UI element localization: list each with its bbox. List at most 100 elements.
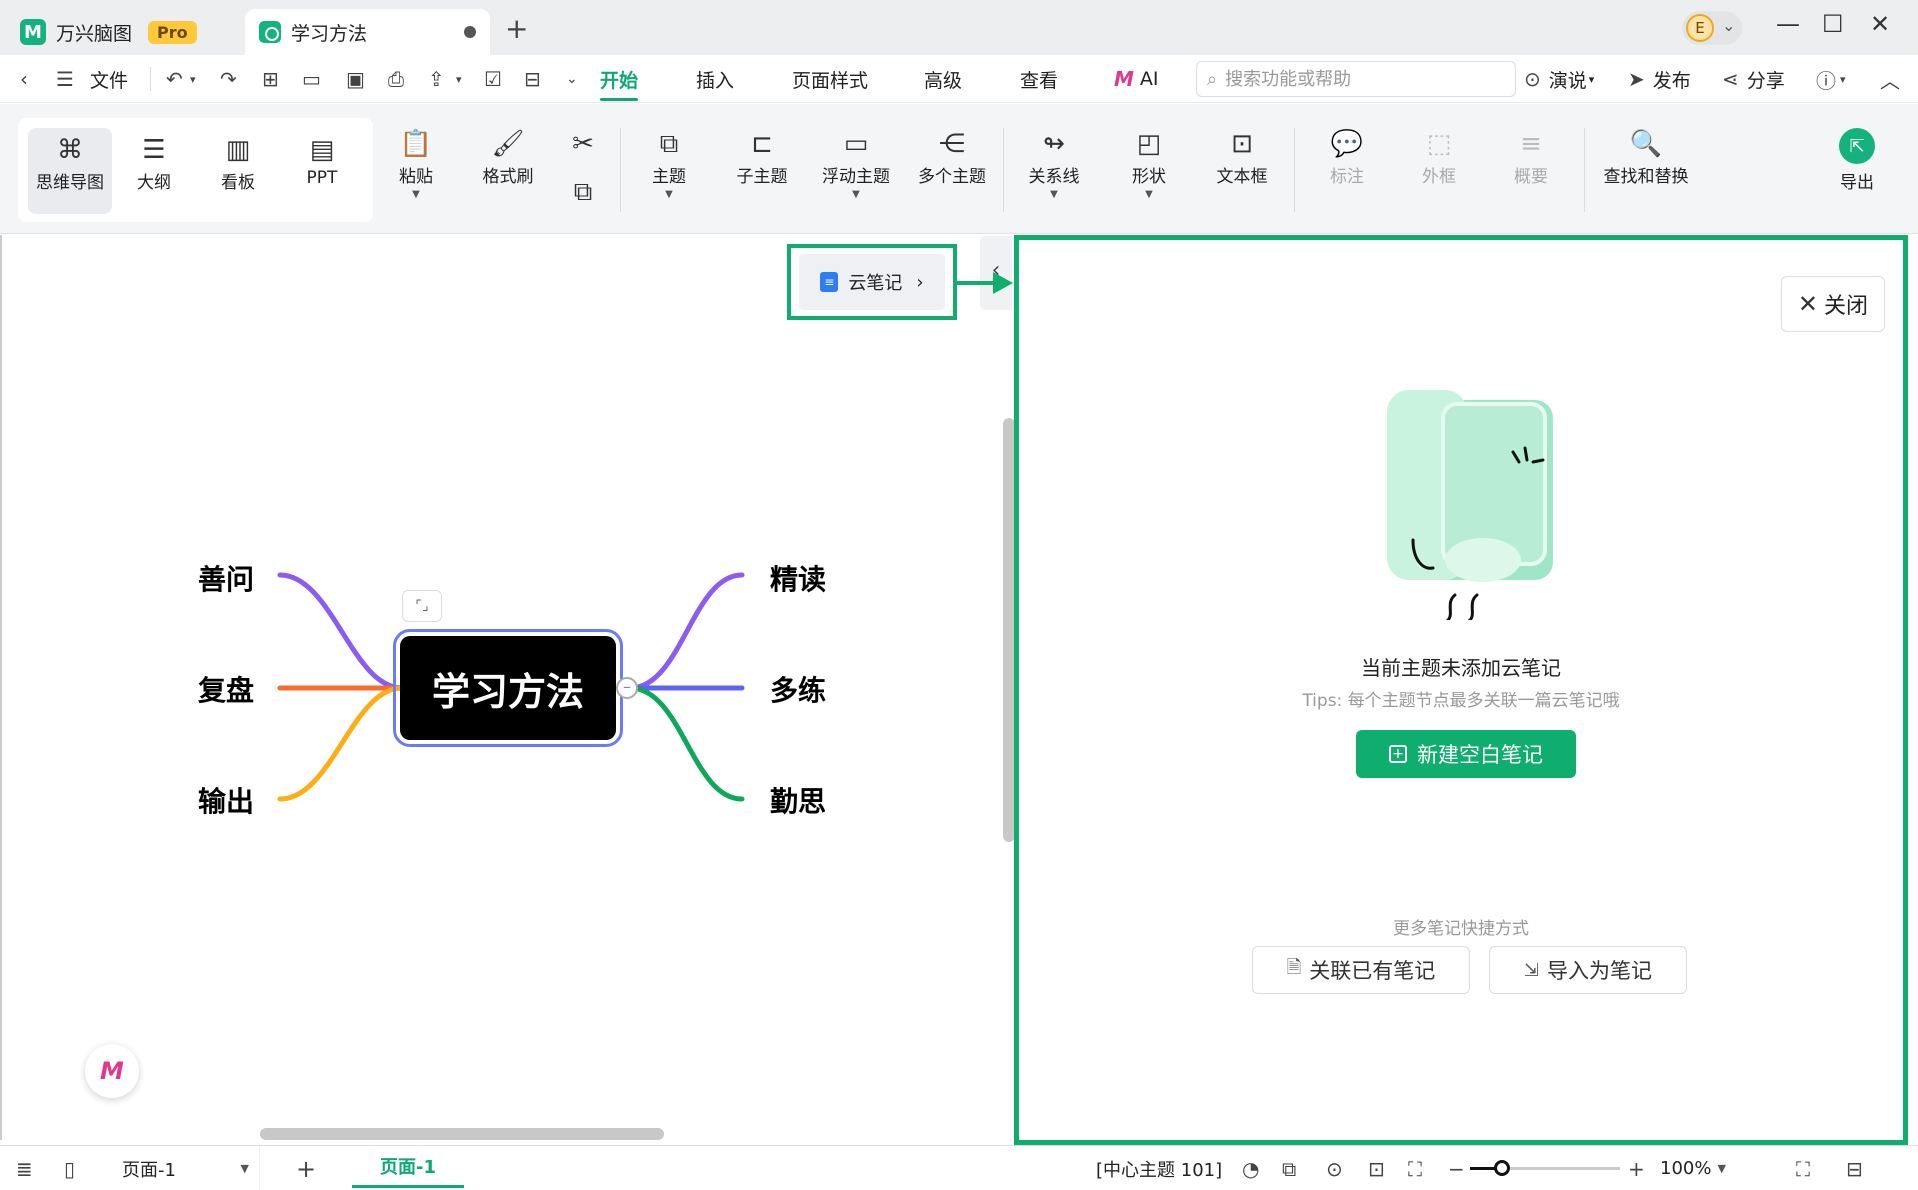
link-existing-note-button[interactable]: 🗎 关联已有笔记 [1252,946,1470,994]
tab-page-style[interactable]: 页面样式 [792,55,868,103]
page-tab-1[interactable]: 页面-1 [352,1146,464,1188]
back-icon[interactable]: ‹ [20,55,28,103]
shape-dropdown-icon[interactable]: ▼ [1145,189,1153,200]
save-icon[interactable]: ▣ [346,55,365,103]
ai-button[interactable]: M AI [1114,55,1159,103]
summary-button[interactable]: ≡ 概要 [1510,126,1552,187]
share-button[interactable]: ⋖ 分享 [1722,55,1785,103]
file-menu[interactable]: 文件 [90,55,128,103]
boundary-button[interactable]: ⬚ 外框 [1418,126,1460,187]
theme-toggle-icon[interactable]: ◔ [1242,1146,1259,1190]
new-blank-note-button[interactable]: + 新建空白笔记 [1356,730,1576,778]
mindmap-icon: ⌘ [57,135,83,165]
topic-dropdown-icon[interactable]: ▼ [665,189,673,200]
export-button[interactable]: ⇱ 导出 [1836,128,1878,193]
cloud-note-button[interactable]: ≡ 云笔记 › [799,254,945,310]
import-as-note-button[interactable]: ⇲ 导入为笔记 [1489,946,1687,994]
zoom-slider[interactable] [1470,1160,1620,1176]
page-select[interactable]: 页面-1 ▼ [110,1146,260,1190]
topic-duolian[interactable]: 多练 [770,669,826,709]
export-dropdown-icon[interactable]: ▾ [456,55,462,103]
help-dropdown-icon[interactable]: ▾ [1840,55,1846,103]
copy-button[interactable]: ⧉ [566,174,600,210]
textbox-button[interactable]: ⊡ 文本框 [1214,126,1270,187]
book-view-icon[interactable]: ⧉ [1282,1146,1296,1190]
floating-topic-button[interactable]: ▭ 浮动主题 ▼ [820,126,892,200]
relationship-dropdown-icon[interactable]: ▼ [1050,189,1058,200]
topic-resize-handle-icon[interactable]: ⌜⌟ [402,590,442,622]
view-ppt-button[interactable]: ▤ PPT [280,128,364,214]
slideshow-play-icon[interactable]: ⊙ [1326,1146,1343,1190]
fit-screen-icon[interactable]: ⛶ [1408,1146,1422,1190]
kanban-icon: ▥ [225,135,251,165]
topic-shuchu[interactable]: 输出 [198,780,254,820]
horizontal-scrollbar[interactable] [260,1128,664,1140]
tab-advanced[interactable]: 高级 [924,55,962,103]
topic-shanwen[interactable]: 善问 [198,558,254,598]
paste-button[interactable]: 📋 粘贴 ▼ [394,126,438,200]
zoom-in-icon[interactable]: + [1628,1146,1645,1190]
view-outline-button[interactable]: ☰ 大纲 [112,128,196,214]
cut-button[interactable]: ✂ [566,126,600,162]
redo-icon[interactable]: ↷ [220,55,237,103]
paste-dropdown-icon[interactable]: ▼ [412,189,420,200]
tab-view[interactable]: 查看 [1020,55,1058,103]
save-as-icon[interactable]: ⊟ [524,55,541,103]
topic-qinsi[interactable]: 勤思 [770,780,826,820]
collapse-branch-icon[interactable]: – [616,677,638,699]
callout-button[interactable]: 💬 标注 [1326,126,1368,187]
more-tools-chevron-icon[interactable]: ⌄ [566,55,578,103]
tab-start[interactable]: 开始 [600,55,639,103]
present-button[interactable]: ⊙ 演说 ▾ [1524,55,1594,103]
ai-assistant-fab-icon[interactable]: M [85,1044,139,1098]
more-shortcuts-label: 更多笔记快捷方式 [1393,919,1529,939]
undo-icon[interactable]: ↶ [166,55,183,103]
zoom-out-icon[interactable]: − [1448,1146,1465,1190]
unsaved-indicator-icon[interactable] [464,26,476,38]
help-icon[interactable]: ⓘ [1816,55,1836,103]
collapse-panel-icon[interactable]: ⊟ [1846,1146,1863,1190]
fit-page-icon[interactable]: ⊡ [1368,1146,1385,1190]
app-home-tab[interactable]: M 万兴脑图 Pro [20,9,197,55]
close-panel-button[interactable]: ✕ 关闭 [1780,276,1885,332]
search-input[interactable] [1225,68,1486,90]
topic-jingdu[interactable]: 精读 [770,558,826,598]
format-painter-button[interactable]: 🖌 格式刷 [476,126,540,187]
topic-fupan[interactable]: 复盘 [198,669,254,709]
zoom-slider-knob[interactable] [1493,1160,1510,1176]
floating-topic-dropdown-icon[interactable]: ▼ [852,189,860,200]
collapse-ribbon-icon[interactable]: ︿ [1880,55,1900,103]
subtopic-button[interactable]: ⊏ 子主题 [734,126,790,187]
export-share-icon[interactable]: ⇪ [428,55,445,103]
checkbox-edit-icon[interactable]: ☑ [484,55,502,103]
close-window-icon[interactable]: ✕ [1870,10,1890,38]
relationship-button[interactable]: ↬ 关系线 ▼ [1026,126,1082,200]
zoom-level[interactable]: 100% ▼ [1660,1146,1726,1190]
undo-dropdown-icon[interactable]: ▾ [190,55,196,103]
search-box[interactable]: ⌕ [1196,61,1516,97]
view-mindmap-button[interactable]: ⌘ 思维导图 [28,128,112,214]
tab-insert[interactable]: 插入 [696,55,734,103]
view-kanban-button[interactable]: ▥ 看板 [196,128,280,214]
add-page-icon[interactable]: + [296,1146,316,1190]
pro-badge[interactable]: Pro [148,20,197,44]
new-tab-plus-icon[interactable]: + [505,12,528,45]
branch-line-shuchu [277,685,405,802]
publish-button[interactable]: ➤ 发布 [1628,55,1691,103]
maximize-icon[interactable]: ☐ [1822,10,1844,38]
user-avatar[interactable]: E ⌄ [1682,11,1742,45]
find-replace-button[interactable]: 🔍 查找和替换 [1602,126,1690,187]
page-panel-icon[interactable]: ▯ [64,1146,75,1190]
open-folder-icon[interactable]: ▭ [302,55,321,103]
menu-icon[interactable]: ☰ [56,55,74,103]
fullscreen-icon[interactable]: ⛶ [1796,1146,1810,1190]
multiple-topics-button[interactable]: ⋲ 多个主题 [916,126,988,187]
topic-button[interactable]: ⧉ 主题 ▼ [648,126,690,200]
shape-button[interactable]: ◰ 形状 ▼ [1128,126,1170,200]
central-topic[interactable]: 学习方法 [393,629,623,747]
print-icon[interactable]: ⎙ [388,55,404,103]
new-file-icon[interactable]: ⊞ [262,55,279,103]
minimize-icon[interactable]: — [1776,10,1800,38]
document-tab[interactable]: 学习方法 [245,9,490,55]
outline-toggle-icon[interactable]: ≣ [16,1146,33,1190]
